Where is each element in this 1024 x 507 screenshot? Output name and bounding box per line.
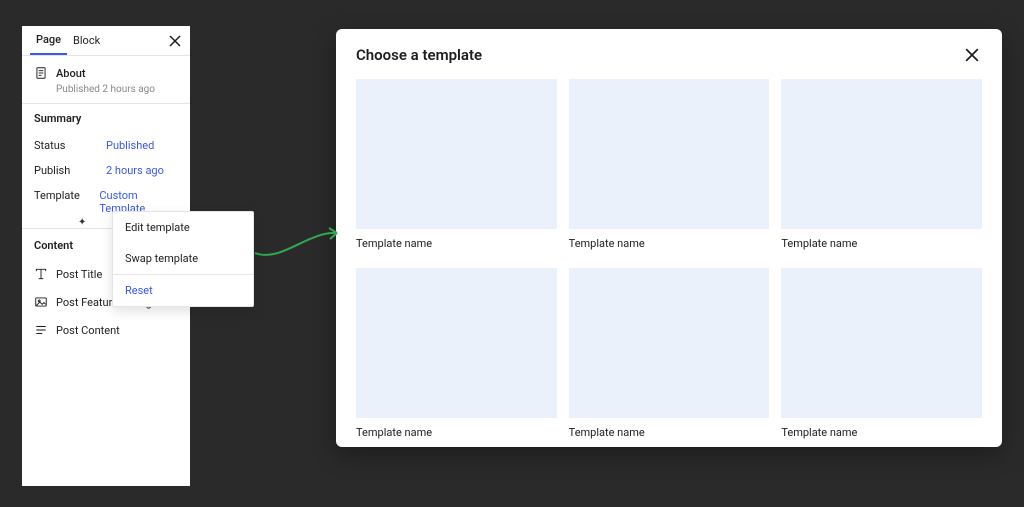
tab-block[interactable]: Block [67, 26, 106, 55]
template-thumbnail [781, 268, 982, 418]
close-icon [169, 35, 181, 47]
popover-item-label: Swap template [125, 252, 198, 265]
page-icon [34, 66, 48, 80]
template-label: Template name [569, 426, 770, 439]
summary-label: Publish [34, 164, 106, 177]
template-thumbnail [356, 79, 557, 229]
modal-close-button[interactable] [962, 45, 982, 65]
template-card[interactable]: Template name [781, 268, 982, 439]
close-sidebar-button[interactable] [166, 32, 184, 50]
template-card[interactable]: Template name [569, 79, 770, 250]
summary-label: Template [34, 189, 99, 215]
template-card[interactable]: Template name [569, 268, 770, 439]
popover-reset[interactable]: Reset [113, 275, 253, 306]
template-chooser-modal: Choose a template Template name Template… [336, 29, 1002, 447]
template-label: Template name [356, 237, 557, 250]
tab-label: Page [36, 33, 61, 46]
flow-arrow-icon [253, 225, 343, 265]
template-card[interactable]: Template name [781, 79, 982, 250]
template-card[interactable]: Template name [356, 268, 557, 439]
page-header-top: About [34, 66, 178, 80]
popover-edit-template[interactable]: Edit template [113, 212, 253, 243]
content-item-label: Post Content [56, 324, 120, 337]
popover-item-label: Reset [125, 284, 153, 297]
tab-label: Block [73, 34, 100, 47]
summary-label: Status [34, 139, 106, 152]
sidebar-tabs: Page Block [22, 26, 190, 56]
popover-swap-template[interactable]: Swap template [113, 243, 253, 274]
template-label: Template name [569, 237, 770, 250]
tab-page[interactable]: Page [30, 26, 67, 55]
close-icon [965, 48, 979, 62]
page-header: About Published 2 hours ago [22, 56, 190, 104]
template-thumbnail [356, 268, 557, 418]
featured-image-icon [34, 295, 48, 309]
template-thumbnail [781, 79, 982, 229]
modal-header: Choose a template [356, 45, 982, 65]
template-card[interactable]: Template name [356, 79, 557, 250]
template-label: Template name [781, 426, 982, 439]
summary-section-title: Summary [22, 104, 190, 133]
post-content-icon [34, 323, 48, 337]
page-title: About [56, 67, 86, 80]
popover-item-label: Edit template [125, 221, 190, 234]
template-label: Template name [356, 426, 557, 439]
page-meta: Published 2 hours ago [34, 84, 178, 95]
content-item-label: Post Title [56, 268, 102, 281]
post-title-icon [34, 267, 48, 281]
template-thumbnail [569, 79, 770, 229]
template-popover: Edit template Swap template Reset [112, 211, 254, 307]
content-item-post-content[interactable]: Post Content [22, 316, 190, 344]
publish-value-button[interactable]: 2 hours ago [106, 164, 164, 177]
template-label: Template name [781, 237, 982, 250]
template-thumbnail [569, 268, 770, 418]
modal-title: Choose a template [356, 46, 482, 64]
cursor-icon: ✦ [78, 217, 86, 228]
templates-grid: Template name Template name Template nam… [356, 79, 982, 439]
status-value-button[interactable]: Published [106, 139, 154, 152]
summary-row-publish: Publish 2 hours ago [22, 158, 190, 183]
summary-row-status: Status Published [22, 133, 190, 158]
